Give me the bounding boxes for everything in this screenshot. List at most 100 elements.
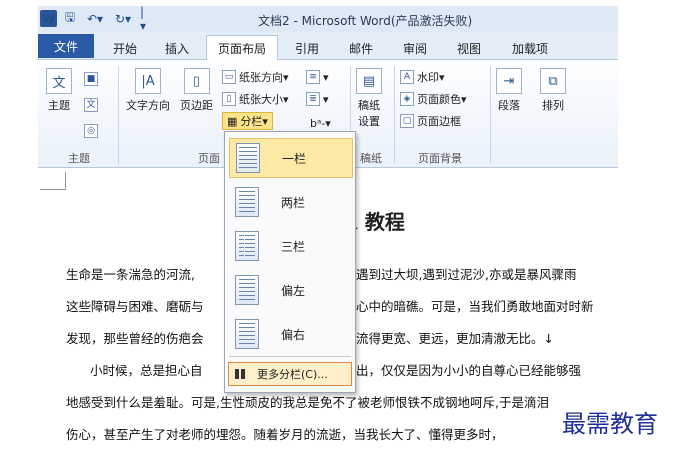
page-borders-button[interactable]: ▢ 页面边框 [400,112,461,130]
customize-quick-access-icon[interactable]: |▾ [140,5,150,33]
page-color-button[interactable]: ◈ 页面颜色 ▾ [400,90,467,108]
columns-three-item[interactable]: 三栏 [229,226,353,266]
draft-label-2: 设置 [358,115,380,128]
arrange-label: 排列 [542,99,564,112]
margins-icon: ▯ [183,68,210,94]
tab-insert[interactable]: 插入 [152,36,202,60]
doc-line-1-right: 遇到过大坝,遇到过泥沙,亦或是暴风骤雨 [356,267,577,282]
margins-label: 页边距 [180,99,213,112]
tab-home[interactable]: 开始 [100,36,150,60]
text-direction-label: 文字方向 [126,99,170,112]
window-title: 文档2 - Microsoft Word(产品激活失败) [258,14,473,28]
columns-icon: ▦ [227,114,238,128]
doc-line-5: 地感受到什么是羞耻。可是,生性顽皮的我总是免不了被老师恨铁不成钢地呵斥,于是滴泪 [66,395,549,410]
tab-mailings[interactable]: 邮件 [336,36,386,60]
draft-settings-button[interactable]: ▤ 稿纸 设置 [356,68,382,129]
columns-one-item[interactable]: 一栏 [229,138,353,178]
doc-line-6: 伤心，甚至产生了对老师的埋怨。随着岁月的流逝，当我长大了、懂得更多时， [66,427,504,442]
theme-effects-icon: ◎ [84,124,98,138]
columns-dropdown-menu: 一栏 两栏 三栏 偏左 偏右 更多分栏(C)... [224,131,356,393]
columns-left-item[interactable]: 偏左 [229,270,353,310]
doc-line-4-left: 小时候，总是担心自 [90,363,203,378]
undo-icon[interactable]: ↶▾ [84,10,106,27]
menu-separator [229,356,351,357]
columns-three-label: 三栏 [281,239,306,254]
line-numbers-icon: ≣ [306,92,320,106]
right-column-icon [235,319,259,349]
three-columns-icon [235,231,259,261]
watermark-button[interactable]: A 水印 ▾ [400,68,445,86]
tab-addins[interactable]: 加载项 [500,36,560,60]
columns-left-label: 偏左 [281,283,306,298]
group-label-page-background: 页面背景 [418,152,462,165]
doc-line-2-right: 心中的暗礁。可是，当我们勇敢地面对时新 [356,299,594,314]
columns-two-label: 两栏 [281,195,306,210]
line-numbers-button[interactable]: ≣ ▾ [306,90,329,108]
orientation-label: 纸张方向 [239,71,283,84]
group-label-themes: 主题 [68,152,90,165]
group-label-page-setup: 页面 [198,152,220,165]
group-separator [394,66,395,164]
size-label: 纸张大小 [239,93,283,106]
arrange-icon: ⧉ [540,68,566,94]
margins-button[interactable]: ▯ 页边距 [180,68,213,113]
site-watermark: 最需教育 [558,404,662,439]
tab-view[interactable]: 视图 [444,36,494,60]
text-direction-button[interactable]: |A 文字方向 [126,68,170,113]
hyphenation-button[interactable]: bᵃ- ▾ [310,114,331,132]
paragraph-label: 段落 [498,99,520,112]
text-direction-icon: |A [135,68,161,94]
columns-button[interactable]: ▦ 分栏 ▾ [222,112,273,130]
title-bar: W 🖫 ↶▾ ↻▾ |▾ 文档2 - Microsoft Word(产品激活失败… [38,5,618,33]
tab-file[interactable]: 文件 [38,34,94,58]
more-columns-label: 更多分栏(C)... [257,368,328,381]
paragraph-icon: ⇥ [496,68,522,94]
breaks-button[interactable]: ≡ ▾ [306,68,329,86]
group-separator [490,66,491,164]
page-color-icon: ◈ [400,92,414,106]
columns-one-label: 一栏 [282,151,307,166]
arrange-button[interactable]: ⧉ 排列 [540,68,566,113]
theme-colors-button[interactable]: ■ [84,70,101,88]
size-button[interactable]: ▯ 纸张大小 ▾ [222,90,289,108]
theme-fonts-button[interactable]: 文 [84,96,101,114]
draft-paper-icon: ▤ [356,68,382,94]
doc-line-3-right: 流得更宽、更远，更加清澈无比。↓ [356,331,554,346]
theme-effects-button[interactable]: ◎ [84,122,101,140]
more-columns-item[interactable]: 更多分栏(C)... [228,362,352,386]
word-app-icon[interactable]: W [40,10,57,27]
save-icon[interactable]: 🖫 [62,10,78,27]
tab-review[interactable]: 审阅 [390,36,440,60]
doc-line-1-left: 生命是一条湍急的河流, [66,267,195,282]
size-icon: ▯ [222,92,236,106]
page-borders-icon: ▢ [400,114,414,128]
ribbon-tabs: 文件 开始 插入 页面布局 引用 邮件 审阅 视图 加载项 [38,32,618,61]
hyphenation-label: bᵃ- [310,116,326,130]
one-column-icon [236,143,260,173]
page-color-label: 页面颜色 [417,93,461,106]
tab-page-layout[interactable]: 页面布局 [206,35,278,61]
tab-references[interactable]: 引用 [282,36,332,60]
columns-right-item[interactable]: 偏右 [229,314,353,354]
redo-icon[interactable]: ↻▾ [112,10,134,27]
themes-icon: 文 [46,68,72,94]
doc-line-4-right: 出，仅仅是因为小小的自尊心已经能够强 [356,363,582,378]
watermark-icon: A [400,70,414,84]
orientation-icon: ▭ [222,70,236,84]
themes-button[interactable]: 文 主题 [46,68,72,113]
breaks-icon: ≡ [306,70,320,84]
margin-corner-mark [40,172,66,190]
columns-label: 分栏 [240,115,263,128]
group-separator [118,66,119,164]
theme-fonts-icon: 文 [84,98,98,112]
left-column-icon [235,275,259,305]
more-columns-icon [235,369,247,379]
draft-label-1: 稿纸 [358,99,380,112]
page-borders-label: 页面边框 [417,115,461,128]
paragraph-button[interactable]: ⇥ 段落 [496,68,522,113]
two-columns-icon [235,187,259,217]
themes-label: 主题 [48,99,70,112]
orientation-button[interactable]: ▭ 纸张方向 ▾ [222,68,289,86]
doc-line-3-left: 发现，那些曾经的伤疤会 [66,331,204,346]
columns-two-item[interactable]: 两栏 [229,182,353,222]
